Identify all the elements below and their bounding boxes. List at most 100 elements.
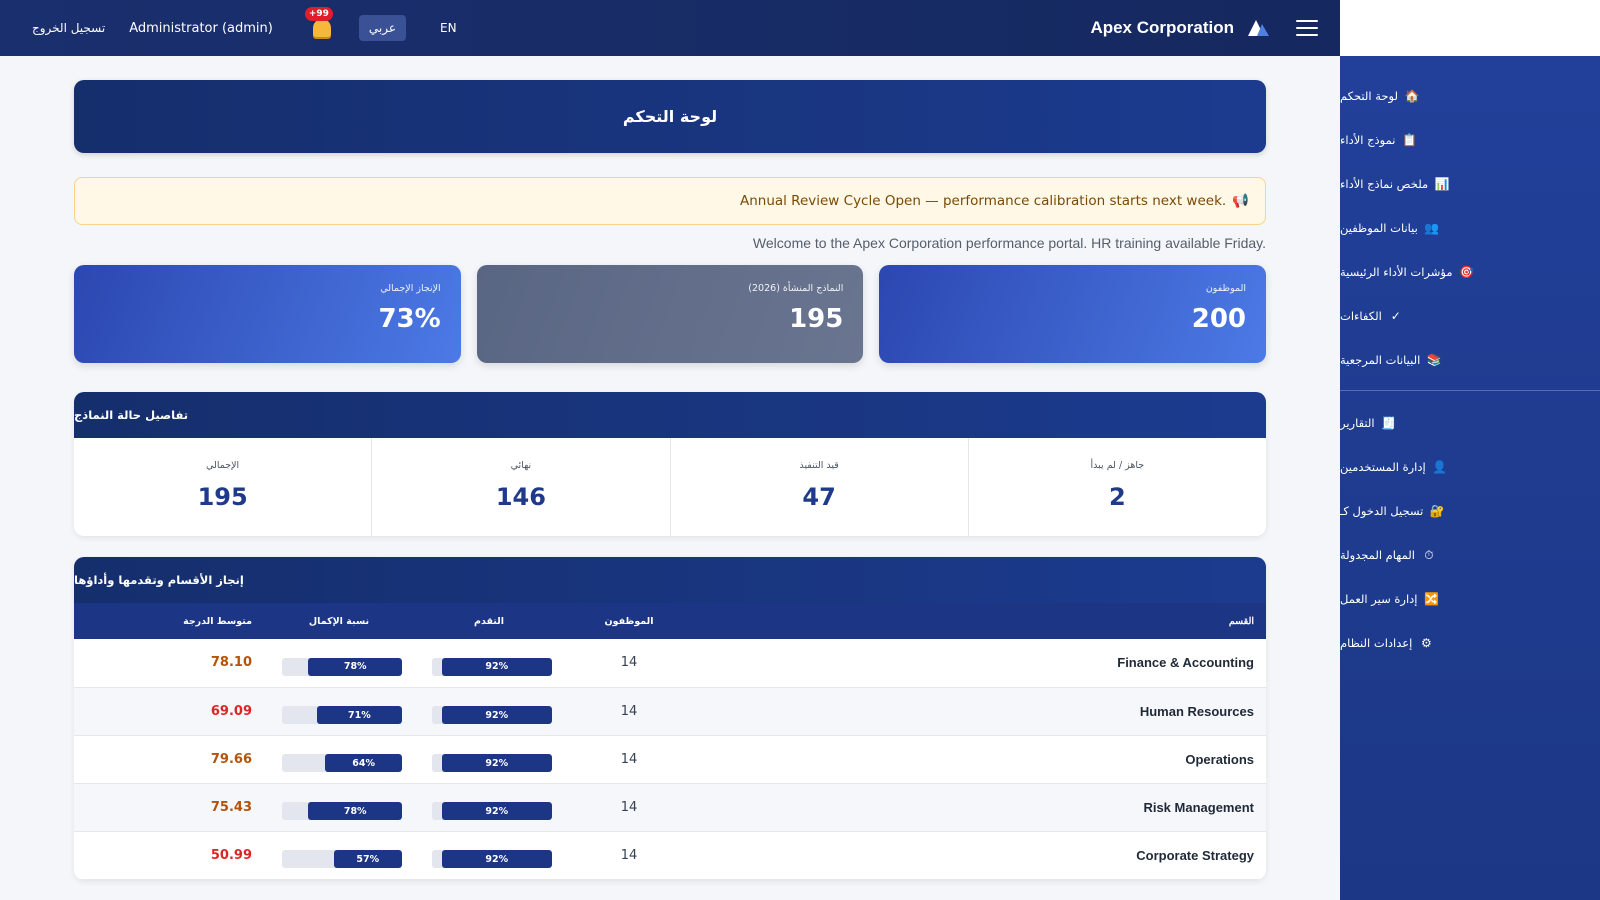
progress-bar-fill: 92% — [441, 754, 552, 772]
avg-score-cell: 79.66 — [74, 735, 264, 784]
stat-label: الموظفون — [1205, 283, 1247, 294]
avg-score-cell: 78.10 — [74, 639, 264, 688]
sidebar-header-spacer — [1340, 0, 1600, 56]
progress-bar-fill: 92% — [441, 657, 552, 676]
column-header-completion[interactable]: نسبة الإكمال — [264, 603, 414, 639]
menu-toggle-icon[interactable] — [1296, 20, 1318, 36]
status-cells: الإجمالي 195 نهائي 146 قيد التنفيذ 47 جا… — [74, 438, 1266, 536]
topbar-brand-group: Apex Corporation — [1090, 18, 1318, 38]
table-row[interactable]: 50.99 57% 92% 14 Corporate Strategy — [74, 831, 1266, 880]
status-cell-total: الإجمالي 195 — [74, 438, 371, 536]
completion-bar-fill: 78% — [308, 657, 402, 676]
sidebar-item-employees[interactable]: 👥 بيانات الموظفين — [1340, 206, 1600, 250]
sidebar-item-label: الكفاءات — [1340, 309, 1382, 323]
stat-label: النماذج المنشأة (2026) — [748, 283, 844, 294]
column-header-department[interactable]: القسم — [694, 603, 1266, 639]
department-progress-panel: إنجاز الأقسام وتقدمها وأداؤها متوسط الدر… — [74, 557, 1266, 880]
sidebar-item-label: لوحة التحكم — [1340, 89, 1398, 103]
sidebar-item-forms-summary[interactable]: 📊 ملخص نماذج الأداء — [1340, 162, 1600, 206]
table-row[interactable]: 75.43 78% 92% 14 Risk Management — [74, 783, 1266, 832]
notifications-button[interactable]: +99 — [304, 7, 335, 41]
sidebar-divider — [1340, 390, 1600, 391]
status-label: الإجمالي — [206, 460, 240, 471]
sidebar-item-kpis[interactable]: 🎯 مؤشرات الأداء الرئيسية — [1340, 250, 1600, 294]
department-name-cell: Operations — [694, 735, 1266, 784]
progress-bar: 92% — [432, 706, 552, 724]
lang-english-button[interactable]: EN — [430, 15, 467, 41]
top-navbar: تسجيل الخروج Administrator (admin) +99 ع… — [0, 0, 1340, 56]
avg-score-value: 79.66 — [210, 751, 252, 767]
status-value: 146 — [495, 483, 546, 511]
megaphone-icon: 📢 — [1232, 193, 1249, 209]
avg-score-cell: 75.43 — [74, 783, 264, 832]
column-header-avg-score[interactable]: متوسط الدرجة — [74, 603, 264, 639]
completion-bar-fill: 78% — [308, 802, 402, 820]
notification-count-badge: +99 — [304, 7, 333, 21]
sidebar-item-label: ملخص نماذج الأداء — [1340, 177, 1429, 191]
completion-cell: 78% — [264, 783, 414, 832]
panel-title: إنجاز الأقسام وتقدمها وأداؤها — [74, 557, 1266, 603]
department-table: متوسط الدرجة نسبة الإكمال التقدم الموظفو… — [74, 603, 1266, 880]
status-label: نهائي — [510, 460, 532, 471]
progress-bar-fill: 92% — [441, 802, 552, 820]
department-name-cell: Corporate Strategy — [694, 831, 1266, 880]
bar-chart-icon: 📊 — [1434, 177, 1450, 191]
topbar-left-group: تسجيل الخروج Administrator (admin) +99 ع… — [32, 7, 467, 41]
completion-bar-fill: 57% — [333, 850, 402, 868]
department-name-cell: Risk Management — [694, 783, 1266, 832]
sidebar-item-performance-form[interactable]: 📋 نموذج الأداء — [1340, 118, 1600, 162]
brand-name: Apex Corporation — [1090, 18, 1234, 37]
progress-bar-fill: 92% — [441, 850, 552, 868]
gear-icon: ⚙ — [1420, 636, 1432, 650]
panel-title: تفاصيل حالة النماذج — [74, 392, 1266, 438]
table-header-row: متوسط الدرجة نسبة الإكمال التقدم الموظفو… — [74, 603, 1266, 639]
avg-score-value: 78.10 — [210, 655, 252, 671]
avg-score-value: 75.43 — [210, 799, 252, 815]
column-header-employees[interactable]: الموظفون — [564, 603, 694, 639]
sidebar-item-dashboard[interactable]: 🏠 لوحة التحكم — [1340, 74, 1600, 118]
column-header-progress[interactable]: التقدم — [414, 603, 564, 639]
sidebar-item-reports[interactable]: 🧾 التقارير — [1340, 401, 1600, 445]
sidebar-item-login-as[interactable]: 🔐 تسجيل الدخول كـ — [1340, 489, 1600, 533]
completion-cell: 78% — [264, 639, 414, 688]
sidebar-item-label: مؤشرات الأداء الرئيسية — [1340, 265, 1453, 279]
checkmark-icon: ✓ — [1390, 309, 1401, 323]
sidebar-item-reference-data[interactable]: 📚 البيانات المرجعية — [1340, 338, 1600, 382]
sidebar-item-label: إدارة سير العمل — [1340, 592, 1418, 606]
table-row[interactable]: 78.10 78% 92% 14 Finance & Accounting — [74, 639, 1266, 688]
sidebar-item-label: إدارة المستخدمين — [1340, 460, 1426, 474]
sidebar-item-user-management[interactable]: 👤 إدارة المستخدمين — [1340, 445, 1600, 489]
sidebar-item-scheduled-tasks[interactable]: ⏱ المهام المجدولة — [1340, 533, 1600, 577]
sidebar-item-workflow[interactable]: 🔀 إدارة سير العمل — [1340, 577, 1600, 621]
employees-cell: 14 — [564, 687, 694, 736]
progress-cell: 92% — [414, 639, 564, 688]
table-row[interactable]: 79.66 64% 92% 14 Operations — [74, 735, 1266, 784]
stopwatch-icon: ⏱ — [1424, 547, 1434, 562]
clipboard-icon: 📋 — [1401, 133, 1417, 147]
sidebar-item-settings[interactable]: ⚙ إعدادات النظام — [1340, 621, 1600, 665]
status-label: جاهز / لم يبدأ — [1090, 460, 1145, 471]
page-title: لوحة التحكم — [74, 80, 1266, 153]
table-row[interactable]: 69.09 71% 92% 14 Human Resources — [74, 687, 1266, 736]
home-icon: 🏠 — [1404, 89, 1420, 103]
stat-value: 200 — [1191, 304, 1247, 334]
user-icon: 👤 — [1432, 460, 1448, 474]
employees-cell: 14 — [564, 783, 694, 832]
sidebar-item-competencies[interactable]: ✓ الكفاءات — [1340, 294, 1600, 338]
avg-score-cell: 50.99 — [74, 831, 264, 880]
progress-bar: 92% — [432, 850, 552, 868]
logout-link[interactable]: تسجيل الخروج — [32, 21, 105, 35]
lang-arabic-button[interactable]: عربي — [358, 15, 406, 41]
completion-cell: 57% — [264, 831, 414, 880]
sidebar: 🏠 لوحة التحكم 📋 نموذج الأداء 📊 ملخص نماذج ا… — [1340, 56, 1600, 900]
user-name[interactable]: Administrator (admin) — [129, 21, 273, 36]
users-icon: 👥 — [1424, 221, 1440, 235]
progress-bar: 92% — [432, 657, 552, 676]
progress-cell: 92% — [414, 831, 564, 880]
target-icon: 🎯 — [1459, 265, 1474, 279]
lock-icon: 🔐 — [1429, 504, 1445, 518]
progress-cell: 92% — [414, 783, 564, 832]
avg-score-value: 69.09 — [210, 703, 252, 719]
status-cell-final: نهائي 146 — [371, 438, 669, 536]
completion-bar: 71% — [282, 706, 402, 724]
